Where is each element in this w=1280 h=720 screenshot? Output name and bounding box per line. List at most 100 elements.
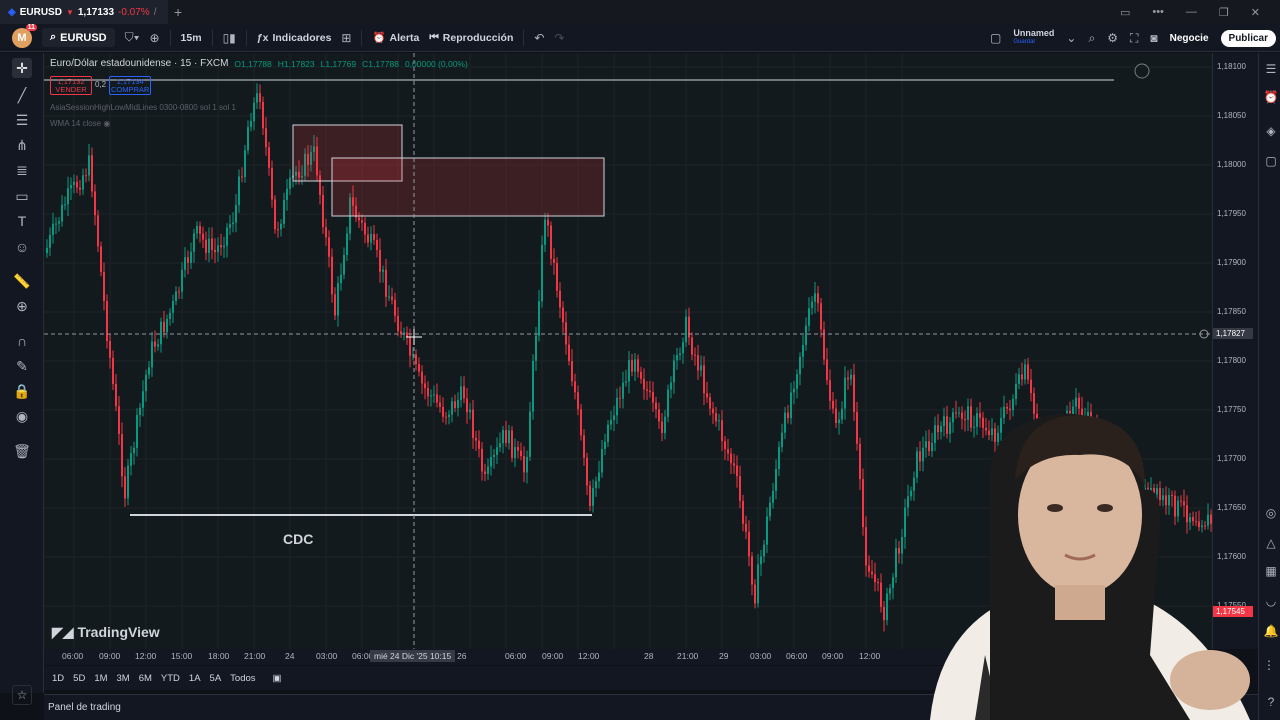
candle-body [808, 308, 810, 326]
legend-high: H1,17823 [277, 58, 315, 69]
date-range-icon[interactable]: ▣ [273, 673, 282, 684]
text-tool-icon[interactable]: T [12, 211, 32, 231]
watchlist-icon[interactable]: ☰ [1263, 61, 1279, 77]
help-icon[interactable]: ? [1263, 694, 1279, 710]
candles-icon[interactable]: ▯▮ [223, 31, 236, 45]
indicator-wma[interactable]: WMA 14 close ◉ [50, 119, 110, 128]
candle-body [211, 238, 213, 250]
avatar[interactable]: M 11 [12, 23, 37, 48]
layout-name-label: Unnamed [1013, 28, 1055, 38]
redo-icon[interactable]: ↷ [554, 31, 564, 45]
range-button-1d[interactable]: 1D [52, 673, 64, 684]
range-button-1a[interactable]: 1A [189, 673, 201, 684]
crosshair-price-tag: 1,17827 [1213, 328, 1253, 339]
chevron-down-icon[interactable]: ⌄ [1066, 31, 1076, 45]
eye-icon[interactable]: ◉ [12, 406, 32, 426]
time-tick-label: 09:00 [822, 651, 844, 661]
compare-icon[interactable]: ⛉▾ [125, 30, 140, 45]
close-icon[interactable]: ✕ [1251, 6, 1260, 19]
candle-body [526, 456, 528, 473]
range-button-6m[interactable]: 6M [139, 673, 152, 684]
fib-tool-icon[interactable]: ≣ [12, 160, 32, 180]
lock-drawing-icon[interactable]: ✎ [12, 356, 32, 376]
crosshair-tool-icon[interactable]: ✛ [12, 58, 32, 78]
candle-body [463, 386, 465, 399]
trading-panel-label: Panel de trading [48, 702, 121, 713]
range-button-todos[interactable]: Todos [230, 673, 255, 684]
rectangle-tool-icon[interactable]: ▭ [12, 186, 32, 206]
indicator-asia-session[interactable]: AsiaSessionHighLowMidLines 0300-0800 sol… [50, 103, 236, 112]
zoom-in-icon[interactable]: ⊕ [12, 296, 32, 316]
horizontal-lines-icon[interactable]: ☰ [12, 110, 32, 130]
browser-tab[interactable]: ◈ EURUSD ▼ 1,17133 -0.07% / Un [0, 0, 168, 24]
panel-icon[interactable]: ▭ [1120, 6, 1130, 19]
layers-icon[interactable]: ◈ [1263, 123, 1279, 139]
layout-icon[interactable]: ▢ [990, 31, 1001, 45]
candle-body [730, 453, 732, 464]
settings-icon[interactable]: ⚙ [1107, 31, 1118, 45]
quick-search-icon[interactable]: ⌕ [1088, 31, 1095, 46]
candle-body [64, 204, 66, 206]
range-button-5a[interactable]: 5A [210, 673, 222, 684]
eye-icon[interactable]: ◉ [103, 119, 110, 128]
browser-tabbar: ◈ EURUSD ▼ 1,17133 -0.07% / Un + ▭ ••• —… [0, 0, 1280, 24]
candle-body [331, 256, 333, 295]
price-tick-label: 1,18100 [1217, 62, 1246, 71]
candle-body [568, 344, 570, 362]
candle-body [154, 341, 156, 347]
time-tick-label: 12:00 [578, 651, 600, 661]
candle-body [556, 262, 558, 291]
publish-button[interactable]: Publicar [1220, 29, 1276, 47]
chat-icon[interactable]: ▢ [1263, 153, 1279, 169]
candle-body [739, 476, 741, 501]
trendline-tool-icon[interactable]: ╱ [12, 85, 32, 105]
candle-body [481, 448, 483, 472]
more-icon[interactable]: ••• [1152, 6, 1164, 18]
trash-icon[interactable]: 🗑 [12, 441, 32, 461]
replay-button[interactable]: ⏮ Reproducción [429, 31, 513, 44]
candle-body [127, 465, 129, 499]
range-button-1m[interactable]: 1M [94, 673, 107, 684]
ruler-icon[interactable]: 📏 [12, 271, 32, 291]
favorite-star-icon[interactable]: ☆ [12, 685, 32, 705]
candle-body [427, 388, 429, 397]
alert-button[interactable]: ⏰ Alerta [372, 31, 419, 45]
lock-icon[interactable]: 🔒 [12, 381, 32, 401]
triangle-icon[interactable]: △ [1263, 535, 1279, 551]
broadcast-icon[interactable]: ◡ [1263, 593, 1279, 609]
layout-name[interactable]: Unnamed Guardar [1013, 29, 1054, 47]
apps-icon[interactable]: ⋮⋮ [1263, 657, 1280, 673]
candle-body [772, 490, 774, 503]
buy-button[interactable]: 1,17134 COMPRAR [109, 76, 152, 95]
candle-body [847, 377, 849, 380]
candle-body [814, 293, 816, 302]
minimize-icon[interactable]: — [1186, 6, 1197, 18]
emoji-icon[interactable]: ☺ [12, 237, 32, 257]
templates-icon[interactable]: ⊞ [341, 31, 351, 45]
trade-button[interactable]: Negocie [1170, 33, 1209, 44]
indicators-button[interactable]: ƒx Indicadores [257, 32, 332, 44]
candle-body [655, 402, 657, 410]
fullscreen-icon[interactable]: ⛶ [1130, 31, 1138, 46]
new-tab-icon[interactable]: + [174, 4, 182, 20]
add-symbol-icon[interactable]: ⊕ [149, 31, 159, 45]
range-button-ytd[interactable]: YTD [161, 673, 180, 684]
magnet-icon[interactable]: ∩ [12, 331, 32, 351]
calendar-icon[interactable]: ▦ [1263, 563, 1279, 579]
pitchfork-icon[interactable]: ⋔ [12, 135, 32, 155]
camera-icon[interactable]: ◙ [1150, 31, 1157, 45]
candle-body [112, 357, 114, 384]
target-icon[interactable]: ◎ [1263, 505, 1279, 521]
bell-icon[interactable]: 🔔 [1263, 623, 1279, 639]
range-button-5d[interactable]: 5D [73, 673, 85, 684]
undo-icon[interactable]: ↶ [534, 31, 544, 45]
sell-button[interactable]: 1,17132 VENDER [50, 76, 92, 95]
candle-body [712, 408, 714, 414]
candle-body [727, 449, 729, 454]
candle-body [496, 447, 498, 455]
range-button-3m[interactable]: 3M [117, 673, 130, 684]
alerts-icon[interactable]: ⏰ [1263, 89, 1279, 105]
interval-button[interactable]: 15m [181, 32, 202, 44]
symbol-search[interactable]: ⌕ EURUSD [42, 28, 115, 47]
restore-icon[interactable]: ❐ [1219, 6, 1229, 19]
